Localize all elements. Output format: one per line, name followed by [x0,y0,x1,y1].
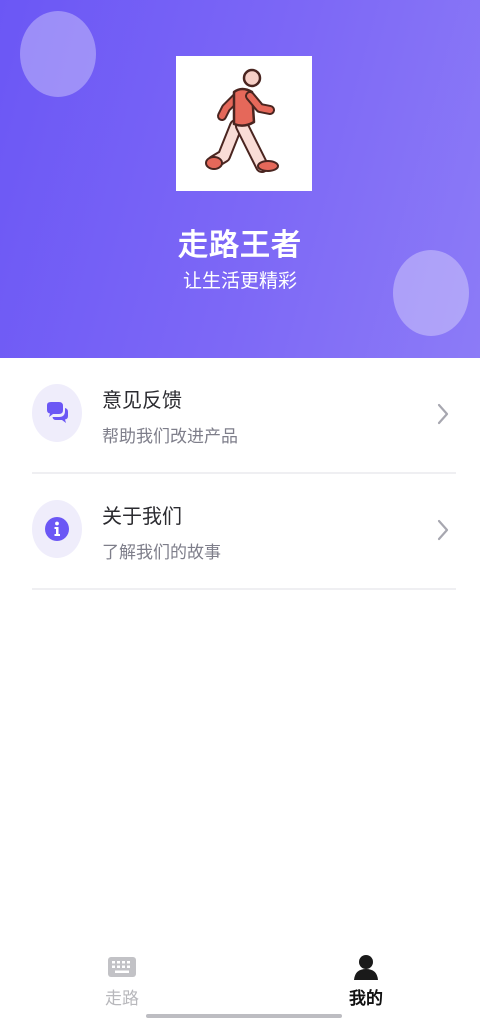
profile-page: 走路王者 让生活更精彩 意见反馈 帮助我们改进产品 关于我们 了解我们的故事 走… [0,0,480,1020]
info-icon [32,500,82,558]
tab-mine[interactable]: 我的 [316,950,416,1010]
profile-header: 走路王者 让生活更精彩 [0,0,480,358]
chevron-right-icon [437,403,449,425]
menu-item-about[interactable]: 关于我们 了解我们的故事 [32,474,456,590]
tab-label: 走路 [105,989,139,1009]
tab-label: 我的 [349,989,383,1009]
walking-person-icon [205,68,279,173]
menu-item-title: 意见反馈 [102,388,182,412]
app-logo [176,56,312,191]
keyboard-icon [108,957,136,977]
chat-bubbles-icon [32,384,82,442]
menu-item-title: 关于我们 [102,504,182,528]
person-icon [354,955,378,980]
chevron-right-icon [437,519,449,541]
tab-walk[interactable]: 走路 [72,950,172,1010]
bottom-tab-bar: 走路 我的 [0,950,480,1020]
menu-item-feedback[interactable]: 意见反馈 帮助我们改进产品 [32,358,456,474]
settings-menu: 意见反馈 帮助我们改进产品 关于我们 了解我们的故事 [32,358,456,590]
app-subtitle: 让生活更精彩 [182,270,297,292]
home-indicator[interactable] [146,1014,342,1018]
menu-item-description: 了解我们的故事 [102,543,221,563]
menu-item-description: 帮助我们改进产品 [102,427,238,447]
app-title: 走路王者 [178,228,302,263]
decorative-bubble [20,11,96,97]
